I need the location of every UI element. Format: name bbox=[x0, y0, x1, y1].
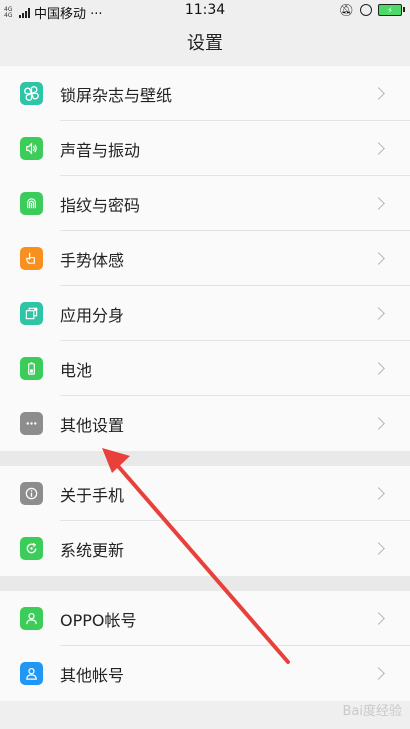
group-divider bbox=[0, 576, 410, 591]
pinwheel-icon bbox=[20, 82, 43, 105]
settings-item-battery[interactable]: 电池 bbox=[0, 341, 410, 396]
settings-item-label: 手势体感 bbox=[60, 250, 125, 270]
settings-item-system-update[interactable]: 系统更新 bbox=[0, 521, 410, 576]
settings-list: 锁屏杂志与壁纸 声音与振动 指纹与密码 手势体感 应用分身 电池 其他设置 关于… bbox=[0, 66, 410, 701]
settings-item-label: 应用分身 bbox=[60, 305, 125, 325]
battery-icon bbox=[20, 357, 43, 380]
settings-item-fingerprint-password[interactable]: 指纹与密码 bbox=[0, 176, 410, 231]
chevron-right-icon bbox=[372, 307, 385, 320]
fingerprint-icon bbox=[20, 192, 43, 215]
app-clone-icon bbox=[20, 302, 43, 325]
settings-item-label: 指纹与密码 bbox=[60, 195, 141, 215]
info-icon bbox=[20, 482, 43, 505]
settings-item-lockscreen-wallpaper[interactable]: 锁屏杂志与壁纸 bbox=[0, 66, 410, 121]
status-right: 🔕︎ ⚡︎ bbox=[338, 3, 405, 17]
chevron-right-icon bbox=[372, 612, 385, 625]
user-icon bbox=[20, 607, 43, 630]
alarm-icon bbox=[360, 4, 372, 16]
settings-item-other-accounts[interactable]: 其他帐号 bbox=[0, 646, 410, 701]
settings-item-label: 其他帐号 bbox=[60, 665, 125, 685]
chevron-right-icon bbox=[372, 87, 385, 100]
settings-item-label: OPPO帐号 bbox=[60, 610, 137, 630]
settings-group-1: 锁屏杂志与壁纸 声音与振动 指纹与密码 手势体感 应用分身 电池 其他设置 bbox=[0, 66, 410, 451]
group-divider bbox=[0, 451, 410, 466]
settings-item-sound-vibration[interactable]: 声音与振动 bbox=[0, 121, 410, 176]
more-icon bbox=[20, 412, 43, 435]
chevron-right-icon bbox=[372, 487, 385, 500]
account-icon bbox=[20, 662, 43, 685]
settings-group-2: 关于手机 系统更新 bbox=[0, 466, 410, 576]
chevron-right-icon bbox=[372, 197, 385, 210]
chevron-right-icon bbox=[372, 667, 385, 680]
settings-item-label: 其他设置 bbox=[60, 415, 125, 435]
settings-item-app-clone[interactable]: 应用分身 bbox=[0, 286, 410, 341]
watermark: Bai度经验 bbox=[342, 704, 403, 719]
chevron-right-icon bbox=[372, 542, 385, 555]
silent-bell-icon: 🔕︎ bbox=[338, 3, 354, 17]
chevron-right-icon bbox=[372, 362, 385, 375]
settings-group-3: OPPO帐号 其他帐号 bbox=[0, 591, 410, 701]
battery-charging-icon: ⚡︎ bbox=[378, 4, 405, 16]
update-icon bbox=[20, 537, 43, 560]
speaker-icon bbox=[20, 137, 43, 160]
chevron-right-icon bbox=[372, 252, 385, 265]
settings-item-about-phone[interactable]: 关于手机 bbox=[0, 466, 410, 521]
settings-item-gestures-motions[interactable]: 手势体感 bbox=[0, 231, 410, 286]
settings-item-label: 声音与振动 bbox=[60, 140, 141, 160]
settings-item-oppo-account[interactable]: OPPO帐号 bbox=[0, 591, 410, 646]
chevron-right-icon bbox=[372, 142, 385, 155]
settings-item-label: 电池 bbox=[60, 360, 93, 380]
settings-item-other-settings[interactable]: 其他设置 bbox=[0, 396, 410, 451]
settings-item-label: 锁屏杂志与壁纸 bbox=[60, 85, 173, 105]
hand-icon bbox=[20, 247, 43, 270]
chevron-right-icon bbox=[372, 417, 385, 430]
settings-item-label: 关于手机 bbox=[60, 485, 125, 505]
status-bar: 4G 4G 中国移动 ··· 11:34 🔕︎ ⚡︎ bbox=[0, 0, 410, 22]
settings-item-label: 系统更新 bbox=[60, 540, 125, 560]
page-title: 设置 bbox=[0, 22, 410, 66]
